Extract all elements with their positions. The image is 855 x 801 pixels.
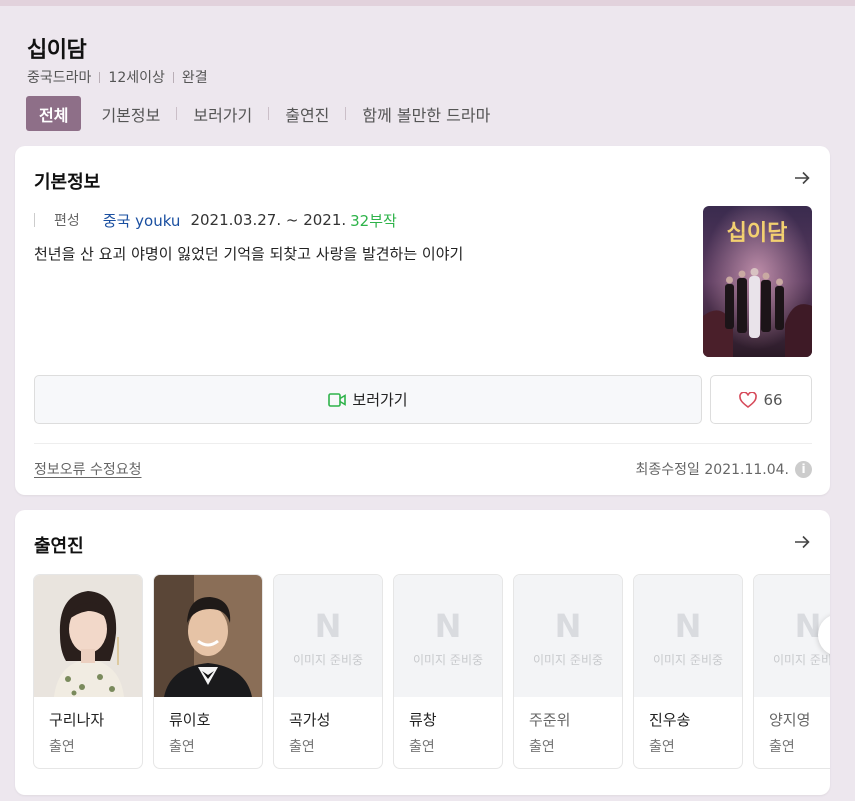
cast-card: 출연진 구리나자 출연 류이호 출연 N 이미지 준비중 곡가성 출연 N 이미… [15, 510, 830, 795]
like-button[interactable]: 66 [710, 375, 812, 424]
cast-role: 출연 [289, 739, 315, 755]
cast-photo [154, 575, 262, 697]
meta-separator [99, 71, 101, 83]
heart-icon [739, 391, 758, 408]
page-title: 십이담 [27, 38, 87, 63]
cast-member[interactable]: N 이미지 준비중 진우송 출연 [633, 574, 743, 769]
drama-meta: 중국드라마 12세이상 완결 [27, 67, 208, 87]
info-icon[interactable]: i [795, 460, 812, 478]
cast-member[interactable]: N 이미지 준비중 양지영 출연 [753, 574, 830, 769]
cast-name: 진우송 [649, 711, 691, 729]
episode-count: 32부작 [350, 211, 397, 230]
meta-genre: 중국드라마 [27, 70, 92, 86]
cast-role: 출연 [169, 739, 195, 755]
divider [34, 443, 812, 444]
tab-separator [268, 107, 270, 120]
cast-role: 출연 [409, 739, 435, 755]
cast-role: 출연 [529, 739, 555, 755]
basic-info-title: 기본정보 [34, 172, 101, 193]
placeholder-logo-icon: N [434, 607, 462, 645]
cast-role: 출연 [49, 739, 75, 755]
image-placeholder: N 이미지 준비중 [274, 575, 382, 697]
arrow-right-icon[interactable] [792, 168, 812, 188]
cast-name: 류창 [409, 711, 437, 729]
cast-role: 출연 [649, 739, 675, 755]
broadcast-info: 편성 중국 youku 2021.03.27. ~ 2021. 32부작 [34, 210, 397, 230]
cast-member[interactable]: N 이미지 준비중 류창 출연 [393, 574, 503, 769]
cast-member[interactable]: 구리나자 출연 [33, 574, 143, 769]
last-updated-text: 최종수정일 2021.11.04. [635, 462, 789, 478]
tab-cast[interactable]: 출연진 [283, 96, 331, 131]
placeholder-text: 이미지 준비중 [412, 653, 484, 667]
placeholder-logo-icon: N [674, 607, 702, 645]
play-video-icon [328, 392, 347, 407]
placeholder-logo-icon: N [314, 607, 342, 645]
like-count: 66 [763, 390, 783, 409]
cast-name: 곡가성 [289, 711, 331, 729]
cast-name: 류이호 [169, 711, 211, 729]
tab-bar: 전체 기본정보 보러가기 출연진 함께 볼만한 드라마 [26, 96, 492, 131]
image-placeholder: N 이미지 준비중 [394, 575, 502, 697]
tab-basic-info[interactable]: 기본정보 [99, 96, 162, 131]
tab-separator [345, 107, 347, 120]
placeholder-text: 이미지 준비중 [772, 653, 830, 667]
meta-separator [172, 71, 174, 83]
cast-member[interactable]: 류이호 출연 [153, 574, 263, 769]
cast-name: 구리나자 [49, 711, 105, 729]
channel-link[interactable]: 중국 youku [103, 210, 181, 231]
tab-related-dramas[interactable]: 함께 볼만한 드라마 [360, 96, 492, 131]
cast-role: 출연 [769, 739, 795, 755]
cast-photo [34, 575, 142, 697]
cast-list: 구리나자 출연 류이호 출연 N 이미지 준비중 곡가성 출연 N 이미지 준비… [33, 574, 830, 769]
poster-title: 십이담 [727, 221, 788, 246]
placeholder-text: 이미지 준비중 [292, 653, 364, 667]
drama-header: 십이담 중국드라마 12세이상 완결 전체 기본정보 보러가기 출연진 함께 볼… [0, 6, 855, 146]
meta-status: 완결 [181, 70, 208, 86]
placeholder-text: 이미지 준비중 [532, 653, 604, 667]
synopsis: 천년을 산 요괴 야명이 잃었던 기억을 되찾고 사랑을 발견하는 이야기 [34, 245, 464, 263]
arrow-right-icon[interactable] [792, 532, 812, 552]
report-error-link[interactable]: 정보오류 수정요청 [34, 459, 142, 479]
watch-label: 보러가기 [352, 391, 408, 409]
meta-rating: 12세이상 [108, 70, 165, 86]
watch-button[interactable]: 보러가기 [34, 375, 702, 424]
tab-watch[interactable]: 보러가기 [191, 96, 254, 131]
tab-separator [176, 107, 178, 120]
broadcast-label: 편성 [54, 213, 80, 229]
tab-all[interactable]: 전체 [26, 96, 82, 131]
last-updated: 최종수정일 2021.11.04. i [636, 459, 812, 479]
cast-member[interactable]: N 이미지 준비중 곡가성 출연 [273, 574, 383, 769]
poster-image[interactable]: 십이담 [703, 206, 812, 357]
cast-member[interactable]: N 이미지 준비중 주준위 출연 [513, 574, 623, 769]
placeholder-logo-icon: N [554, 607, 582, 645]
image-placeholder: N 이미지 준비중 [634, 575, 742, 697]
basic-info-card: 기본정보 편성 중국 youku 2021.03.27. ~ 2021. 32부… [15, 146, 830, 495]
placeholder-text: 이미지 준비중 [652, 653, 724, 667]
cast-title: 출연진 [34, 536, 84, 557]
cast-name: 주준위 [529, 711, 571, 729]
info-bar [34, 213, 35, 227]
cast-name: 양지영 [769, 711, 811, 729]
image-placeholder: N 이미지 준비중 [514, 575, 622, 697]
air-dates: 2021.03.27. ~ 2021. [190, 211, 347, 229]
